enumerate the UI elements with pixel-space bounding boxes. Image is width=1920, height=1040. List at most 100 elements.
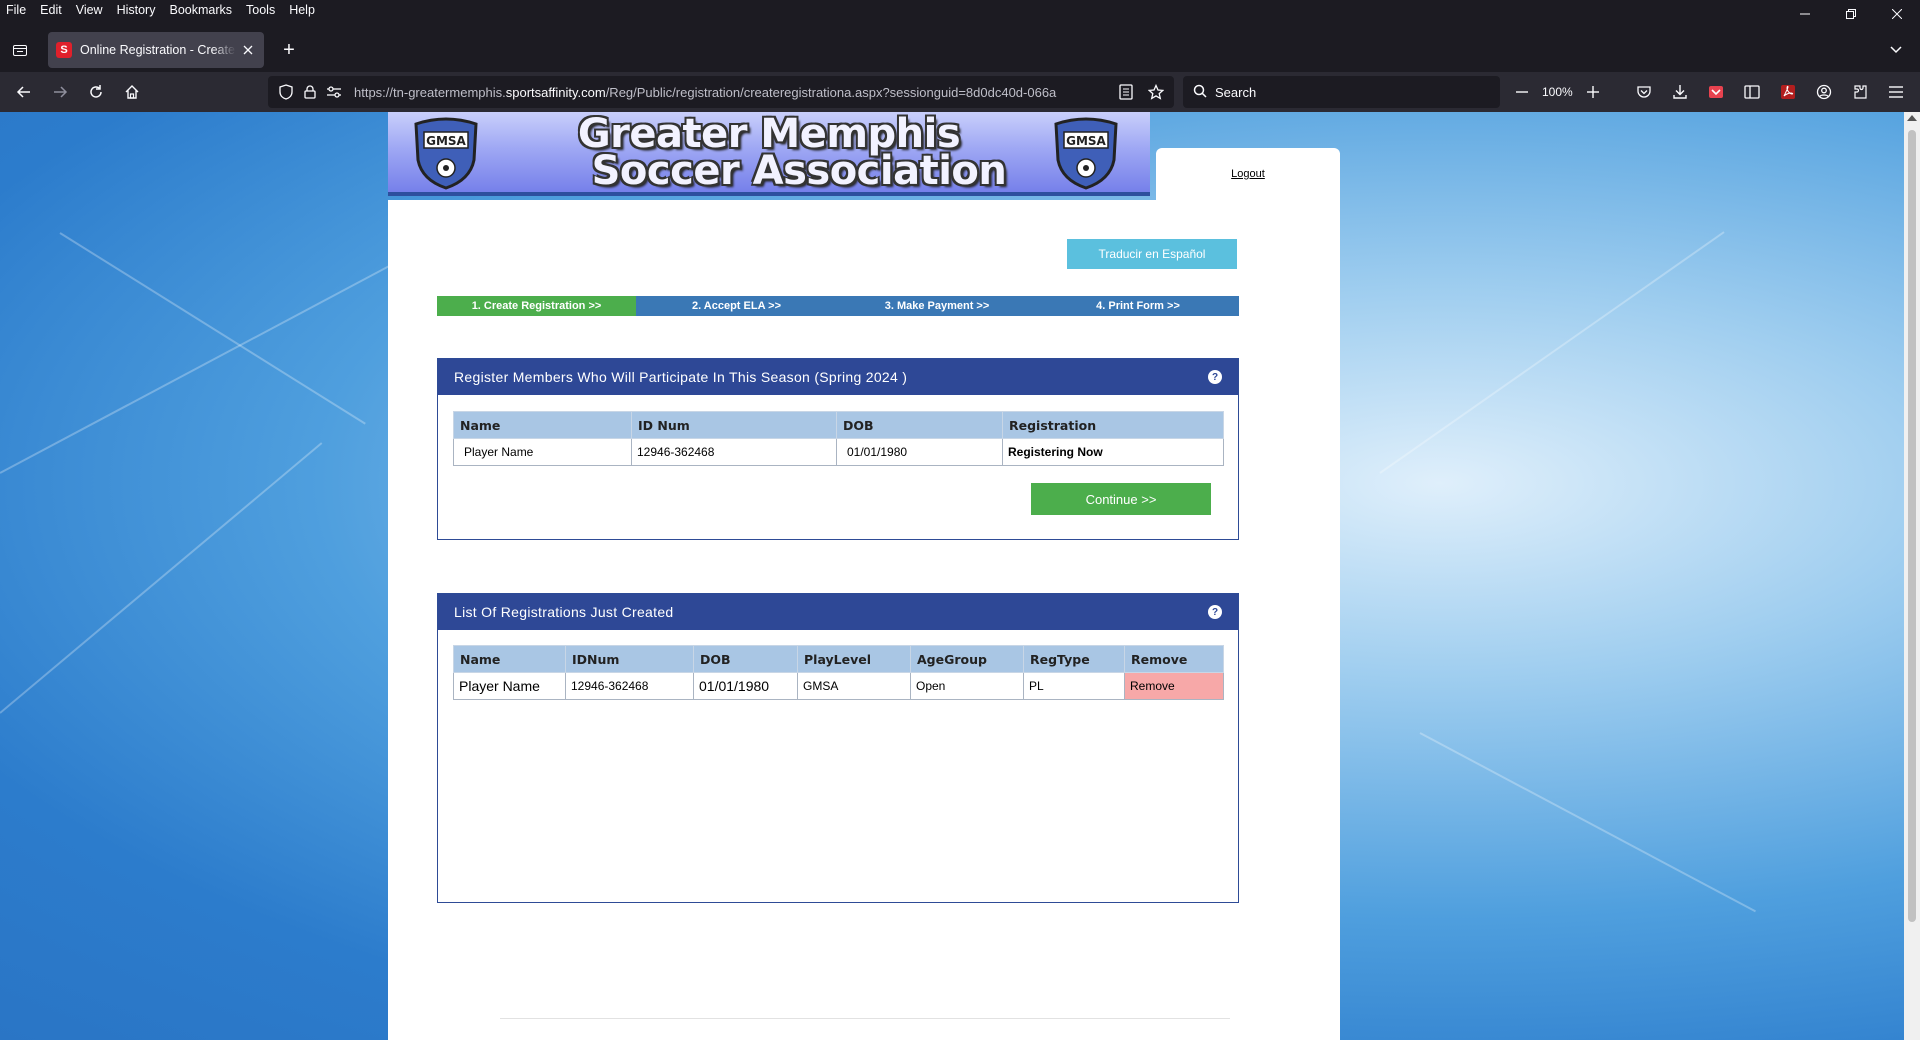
zoom-controls: 100% — [1510, 80, 1605, 104]
cell-regtype: PL — [1023, 672, 1125, 700]
register-members-section: Register Members Who Will Participate In… — [437, 358, 1239, 540]
tracking-shield-icon[interactable] — [274, 80, 298, 104]
permissions-icon[interactable] — [322, 80, 346, 104]
logout-tab: Logout — [1156, 148, 1340, 208]
translate-spanish-button[interactable]: Traducir en Español — [1067, 239, 1237, 269]
download-icon[interactable] — [1668, 80, 1692, 104]
column-header-name: Name — [453, 645, 566, 673]
column-header-id-num: ID Num — [631, 411, 837, 439]
zoom-out-icon[interactable] — [1510, 80, 1534, 104]
web-content: GMSA Greater Memphis Soccer Association … — [0, 112, 1920, 1040]
menu-bar: File Edit View History Bookmarks Tools H… — [0, 0, 1920, 20]
app-menu-icon[interactable] — [1884, 80, 1908, 104]
register-members-title: Register Members Who Will Participate In… — [454, 369, 908, 385]
menu-help[interactable]: Help — [282, 0, 322, 20]
background-streak — [1379, 231, 1725, 474]
column-header-remove: Remove — [1124, 645, 1224, 673]
tab-bar: S Online Registration - Create Registrat… — [0, 28, 1920, 72]
zoom-level[interactable]: 100% — [1534, 85, 1581, 99]
menu-edit[interactable]: Edit — [33, 0, 69, 20]
registration-page: GMSA Greater Memphis Soccer Association … — [388, 112, 1340, 1040]
gmsa-banner: GMSA Greater Memphis Soccer Association … — [388, 112, 1150, 196]
svg-text:GMSA: GMSA — [1066, 134, 1106, 148]
remove-link[interactable]: Remove — [1124, 672, 1224, 700]
step-accept-ela: 2. Accept ELA >> — [691, 300, 782, 312]
help-icon[interactable]: ? — [1208, 605, 1222, 619]
close-tab-icon[interactable] — [240, 42, 256, 58]
step-print-form: 4. Print Form >> — [1096, 300, 1180, 312]
pdf-icon[interactable] — [1776, 80, 1800, 104]
url-text[interactable]: https://tn-greatermemphis.sportsaffinity… — [354, 85, 1109, 100]
cell-dob: 01/01/1980 — [693, 672, 798, 700]
menu-history[interactable]: History — [110, 0, 163, 20]
url-bar[interactable]: https://tn-greatermemphis.sportsaffinity… — [268, 76, 1174, 108]
forward-arrow-icon[interactable] — [48, 80, 72, 104]
menu-view[interactable]: View — [69, 0, 110, 20]
help-icon[interactable]: ? — [1208, 370, 1222, 384]
back-arrow-icon[interactable] — [12, 80, 36, 104]
column-header-regtype: RegType — [1023, 645, 1125, 673]
scroll-up-arrow-icon[interactable] — [1907, 115, 1917, 121]
menu-tools[interactable]: Tools — [239, 0, 282, 20]
column-header-dob: DOB — [693, 645, 798, 673]
account-icon[interactable] — [1812, 80, 1836, 104]
pocket-saved-icon[interactable] — [1704, 80, 1728, 104]
continue-button[interactable]: Continue >> — [1031, 483, 1211, 515]
column-header-playlevel: PlayLevel — [797, 645, 911, 673]
search-placeholder: Search — [1215, 84, 1257, 100]
restore-icon[interactable] — [1828, 0, 1874, 28]
column-header-registration: Registration — [1002, 411, 1224, 439]
svg-text:GMSA: GMSA — [426, 134, 466, 148]
registrations-list-title: List Of Registrations Just Created — [454, 604, 674, 620]
zoom-in-icon[interactable] — [1581, 80, 1605, 104]
sidebar-icon[interactable] — [1740, 80, 1764, 104]
column-header-idnum: IDNum — [565, 645, 694, 673]
padlock-icon[interactable] — [298, 80, 322, 104]
banner-title: Greater Memphis Soccer Association — [528, 114, 1010, 194]
column-header-name: Name — [453, 411, 632, 439]
scrollbar-thumb[interactable] — [1908, 130, 1916, 922]
tab-overview-icon[interactable] — [8, 38, 32, 62]
minimize-icon[interactable] — [1782, 0, 1828, 28]
registrations-list-table: Name IDNum DOB PlayLevel AgeGroup RegTyp… — [453, 645, 1224, 700]
tab-title: Online Registration - Create Registratio… — [80, 43, 236, 57]
url-domain: sportsaffinity.com — [505, 84, 606, 100]
table-header-row: Name IDNum DOB PlayLevel AgeGroup RegTyp… — [453, 645, 1224, 673]
registration-steps: 1. Create Registration >> 2. Accept ELA … — [437, 296, 1239, 316]
chevron-down-icon[interactable] — [1886, 40, 1906, 60]
banner-title-line2: Soccer Association — [591, 148, 1007, 194]
tab-online-registration[interactable]: S Online Registration - Create Registrat… — [48, 32, 264, 68]
search-bar[interactable]: Search — [1183, 76, 1500, 108]
reader-view-icon[interactable] — [1114, 80, 1138, 104]
vertical-scrollbar[interactable] — [1904, 112, 1920, 1040]
bookmark-star-icon[interactable] — [1144, 80, 1168, 104]
home-icon[interactable] — [120, 80, 144, 104]
new-tab-icon[interactable]: + — [278, 40, 300, 62]
toolbar-icons — [1632, 80, 1908, 104]
cell-agegroup: Open — [910, 672, 1024, 700]
table-header-row: Name ID Num DOB Registration — [453, 411, 1224, 439]
close-window-icon[interactable] — [1874, 0, 1920, 28]
register-members-header: Register Members Who Will Participate In… — [438, 359, 1238, 395]
menu-bookmarks[interactable]: Bookmarks — [162, 0, 239, 20]
cell-name: Player Name — [453, 438, 632, 466]
reload-icon[interactable] — [84, 80, 108, 104]
cell-id-num: 12946-362468 — [631, 438, 837, 466]
footer-divider — [500, 1018, 1230, 1019]
menu-file[interactable]: File — [0, 0, 33, 20]
register-members-table: Name ID Num DOB Registration Player Name… — [453, 411, 1224, 466]
background-streak — [59, 232, 366, 425]
pocket-icon[interactable] — [1632, 80, 1656, 104]
cell-registration: Registering Now — [1002, 438, 1224, 466]
window-controls — [1782, 0, 1920, 28]
extensions-icon[interactable] — [1848, 80, 1872, 104]
sportsaffinity-favicon-icon: S — [56, 42, 72, 58]
cell-idnum: 12946-362468 — [565, 672, 694, 700]
table-row: Player Name 12946-362468 01/01/1980 Regi… — [453, 438, 1224, 466]
column-header-agegroup: AgeGroup — [910, 645, 1024, 673]
logout-link[interactable]: Logout — [1156, 168, 1340, 180]
registrations-list-section: List Of Registrations Just Created ? Nam… — [437, 593, 1239, 903]
url-prefix: https://tn-greatermemphis. — [354, 84, 506, 100]
table-row: Player Name 12946-362468 01/01/1980 GMSA… — [453, 672, 1224, 700]
gmsa-crest-left-icon: GMSA — [414, 117, 478, 190]
